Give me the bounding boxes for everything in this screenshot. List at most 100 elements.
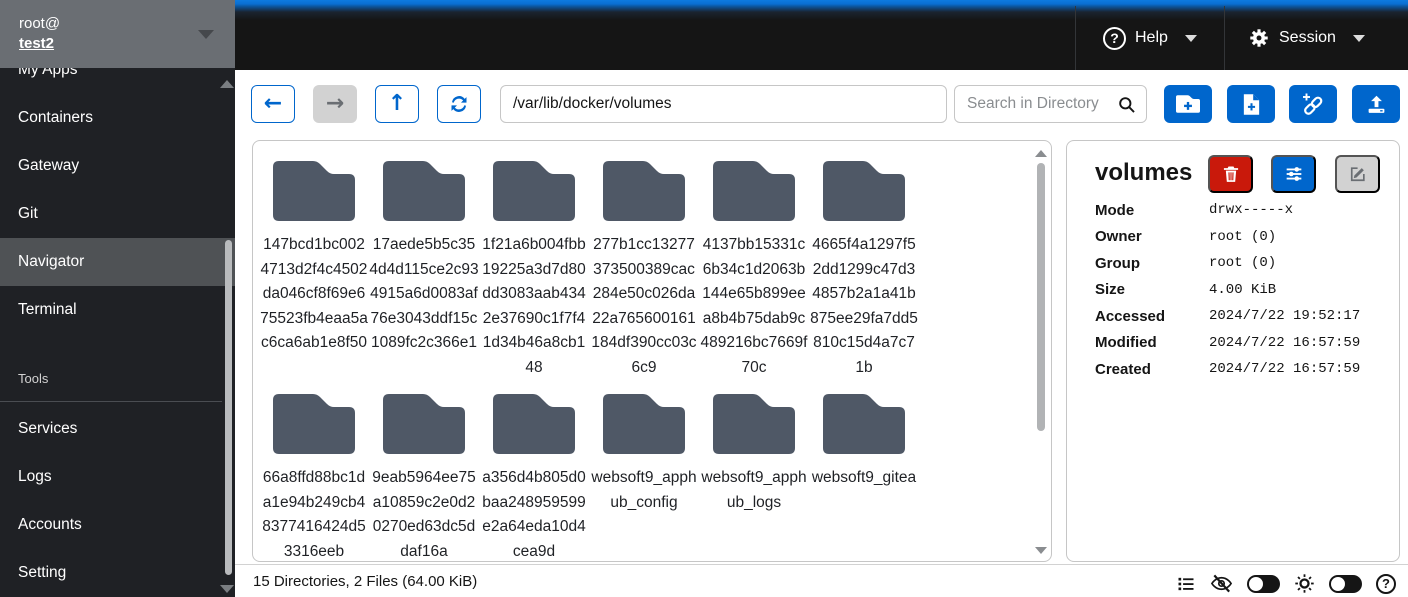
rename-button[interactable]: [1335, 155, 1380, 193]
folder-name: 147bcd1bc0024713d2f4c4502da046cf8f69e675…: [259, 233, 369, 356]
detail-value: 2024/7/22 19:52:17: [1209, 308, 1360, 324]
edit-icon: [1348, 164, 1368, 184]
search-input[interactable]: [967, 95, 1117, 113]
scroll-down-icon[interactable]: [1035, 547, 1047, 554]
new-link-button[interactable]: [1289, 85, 1337, 123]
sidebar-item-label: Terminal: [18, 301, 77, 319]
detail-label: Modified: [1095, 334, 1209, 351]
details-title: volumes: [1095, 159, 1192, 187]
masthead-divider: [1224, 6, 1225, 70]
folder-name: 9eab5964ee75a10859c2e0d20270ed63dc5ddaf1…: [369, 466, 479, 562]
theme-toggle[interactable]: [1329, 575, 1362, 593]
user-menu[interactable]: root@ test2: [0, 0, 235, 68]
sidebar-item-gateway[interactable]: Gateway: [0, 142, 235, 190]
up-button[interactable]: ↑: [375, 85, 419, 123]
new-file-button[interactable]: [1227, 85, 1275, 123]
folder-item[interactable]: a356d4b805d0baa248959599e2a64eda10d4cea9…: [479, 394, 589, 562]
folder-item[interactable]: 277b1cc13277373500389cac284e50c026da22a7…: [589, 161, 699, 380]
app-root: My Apps Containers Gateway Git Navigator…: [0, 0, 1408, 597]
detail-row: Created2024/7/22 16:57:59: [1095, 356, 1360, 383]
back-button[interactable]: ←: [251, 85, 295, 123]
folder-item[interactable]: 66a8ffd88bc1da1e94b249cb48377416424d5331…: [259, 394, 369, 562]
sidebar-scroll-down-icon[interactable]: [220, 585, 234, 593]
sidebar-item-accounts[interactable]: Accounts: [0, 501, 235, 549]
sidebar-item-logs[interactable]: Logs: [0, 453, 235, 501]
sidebar-nav: My Apps Containers Gateway Git Navigator…: [0, 46, 235, 334]
directory-summary: 15 Directories, 2 Files (64.00 KiB): [253, 573, 477, 590]
details-rows: Modedrwx-----x Ownerroot (0) Grouproot (…: [1095, 197, 1360, 383]
chevron-down-icon: [1185, 35, 1197, 42]
folder-item[interactable]: 147bcd1bc0024713d2f4c4502da046cf8f69e675…: [259, 161, 369, 356]
detail-value: 2024/7/22 16:57:59: [1209, 335, 1360, 351]
arrow-right-icon: →: [326, 93, 344, 115]
detail-row: Modified2024/7/22 16:57:59: [1095, 330, 1360, 357]
search-icon: [1117, 95, 1136, 114]
folder-name: 4137bb15331c6b34c1d2063b144e65b899eea8b4…: [699, 233, 809, 380]
detail-row: Size4.00 KiB: [1095, 277, 1360, 304]
forward-button[interactable]: →: [313, 85, 357, 123]
sidebar-scroll-up-icon[interactable]: [220, 80, 234, 88]
refresh-button[interactable]: [437, 85, 481, 123]
sidebar-item-label: Containers: [18, 109, 93, 127]
sidebar-scrollbar[interactable]: [225, 240, 232, 575]
folder-icon: [603, 161, 685, 221]
folder-icon: [823, 394, 905, 454]
permissions-button[interactable]: [1271, 155, 1316, 193]
folder-name: 66a8ffd88bc1da1e94b249cb48377416424d5331…: [259, 466, 369, 562]
sidebar-item-label: Navigator: [18, 253, 84, 271]
path-input[interactable]: [500, 85, 947, 123]
toggle-knob: [1331, 577, 1345, 591]
sidebar-section-tools: Tools: [0, 358, 235, 398]
masthead-divider: [1075, 6, 1076, 70]
folder-item[interactable]: websoft9_apphub_config: [589, 394, 699, 515]
delete-button[interactable]: [1208, 155, 1253, 193]
session-menu[interactable]: Session: [1248, 6, 1365, 70]
detail-value: root (0): [1209, 255, 1276, 271]
detail-label: Group: [1095, 255, 1209, 272]
detail-row: Ownerroot (0): [1095, 224, 1360, 251]
sidebar-item-label: Gateway: [18, 157, 79, 175]
status-bar: 15 Directories, 2 Files (64.00 KiB): [235, 564, 1408, 597]
refresh-icon: [449, 94, 469, 114]
help-menu[interactable]: ? Help: [1103, 6, 1197, 70]
hidden-files-toggle[interactable]: [1247, 575, 1280, 593]
folder-item[interactable]: websoft9_gitea: [809, 394, 919, 491]
folder-plus-icon: [1176, 95, 1200, 113]
folder-icon: [713, 161, 795, 221]
sidebar-item-navigator[interactable]: Navigator: [0, 238, 235, 286]
upload-button[interactable]: [1352, 85, 1400, 123]
folder-name: websoft9_apphub_config: [589, 466, 699, 515]
help-label: Help: [1135, 29, 1168, 47]
folder-name: 277b1cc13277373500389cac284e50c026da22a7…: [589, 233, 699, 380]
folder-name: websoft9_apphub_logs: [699, 466, 809, 515]
folder-name: a356d4b805d0baa248959599e2a64eda10d4cea9…: [479, 466, 589, 562]
chevron-down-icon: [198, 30, 214, 39]
sidebar-item-terminal[interactable]: Terminal: [0, 286, 235, 334]
folder-item[interactable]: 4137bb15331c6b34c1d2063b144e65b899eea8b4…: [699, 161, 809, 380]
sidebar-item-label: Git: [18, 205, 38, 223]
session-label: Session: [1279, 29, 1336, 47]
detail-row: Modedrwx-----x: [1095, 197, 1360, 224]
folder-name: 17aede5b5c354d4d115ce2c934915a6d0083af76…: [369, 233, 479, 356]
sidebar-item-setting[interactable]: Setting: [0, 549, 235, 597]
sidebar-item-containers[interactable]: Containers: [0, 94, 235, 142]
scroll-up-icon[interactable]: [1035, 150, 1047, 157]
folder-item[interactable]: 17aede5b5c354d4d115ce2c934915a6d0083af76…: [369, 161, 479, 356]
folder-item[interactable]: 9eab5964ee75a10859c2e0d20270ed63dc5ddaf1…: [369, 394, 479, 562]
sidebar-item-services[interactable]: Services: [0, 405, 235, 453]
sliders-icon: [1283, 163, 1305, 185]
new-folder-button[interactable]: [1164, 85, 1212, 123]
link-plus-icon: [1301, 92, 1325, 116]
footer-help-icon[interactable]: ?: [1376, 574, 1396, 594]
folder-item[interactable]: 4665f4a1297f52dd1299c47d34857b2a1a41b875…: [809, 161, 919, 380]
masthead: ? Help Session: [235, 0, 1408, 70]
sidebar-item-git[interactable]: Git: [0, 190, 235, 238]
sidebar-item-label: Setting: [18, 564, 66, 582]
folder-item[interactable]: 1f21a6b004fbb19225a3d7d80dd3083aab4342e3…: [479, 161, 589, 380]
file-list-scrollbar[interactable]: [1037, 163, 1045, 431]
folder-item[interactable]: websoft9_apphub_logs: [699, 394, 809, 515]
detail-label: Mode: [1095, 202, 1209, 219]
list-view-icon[interactable]: [1176, 574, 1196, 594]
folder-icon: [383, 161, 465, 221]
search-box: [954, 85, 1147, 123]
